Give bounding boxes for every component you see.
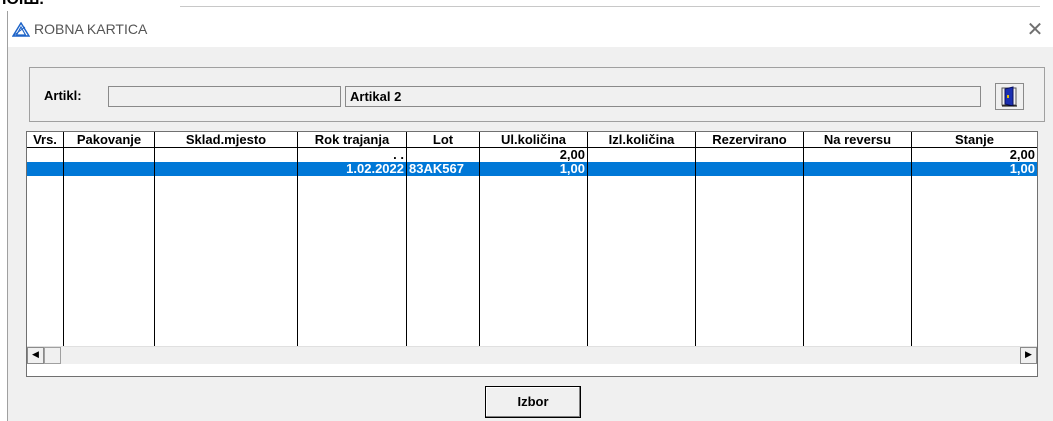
column-divider [695, 148, 696, 346]
article-groupbox: Artikl: Artikal 2 [29, 67, 1045, 122]
cell-stanje[interactable]: 1,00 [912, 162, 1037, 176]
column-header-pakovanje[interactable]: Pakovanje [64, 132, 155, 148]
title-bar[interactable]: ROBNA KARTICA ✕ [8, 11, 1053, 47]
column-header-sklad-mjesto[interactable]: Sklad.mjesto [155, 132, 298, 148]
triangle-logo-icon [12, 22, 30, 37]
column-divider [803, 148, 804, 346]
column-header-rok-trajanja[interactable]: Rok trajanja [298, 132, 407, 148]
exit-button[interactable] [995, 83, 1024, 110]
article-code-field[interactable] [108, 86, 341, 107]
article-name-field[interactable]: Artikal 2 [345, 86, 981, 107]
column-divider [154, 148, 155, 346]
column-header-lot[interactable]: Lot [407, 132, 480, 148]
column-header-izl-kolicina[interactable]: Izl.količina [588, 132, 696, 148]
arrow-right-icon[interactable]: ▶ [1020, 347, 1037, 364]
arrow-left-icon[interactable]: ◀ [27, 347, 44, 364]
cell-rok-trajanja[interactable]: 1.02.2022 [298, 162, 406, 176]
izbor-button[interactable]: Izbor [485, 386, 581, 418]
background-text: ІОІШ. [2, 0, 44, 9]
cell-lot[interactable]: 83AK567 [407, 162, 479, 176]
column-divider [406, 148, 407, 346]
cell-ul-kolicina[interactable]: 1,00 [480, 162, 587, 176]
column-divider [63, 148, 64, 346]
background-line [180, 6, 1040, 7]
exit-door-icon [1001, 86, 1017, 107]
window-title: ROBNA KARTICA [34, 21, 148, 37]
column-header-na-reversu[interactable]: Na reversu [804, 132, 912, 148]
cell-stanje[interactable]: 2,00 [912, 148, 1037, 162]
stock-card-grid[interactable]: Vrs. Pakovanje Sklad.mjesto Rok trajanja… [26, 131, 1038, 377]
column-header-vrs[interactable]: Vrs. [27, 132, 64, 148]
close-icon[interactable]: ✕ [1017, 11, 1053, 47]
column-divider [297, 148, 298, 346]
column-header-ul-kolicina[interactable]: Ul.količina [480, 132, 588, 148]
scrollbar-thumb[interactable] [44, 347, 61, 364]
column-divider [911, 148, 912, 346]
horizontal-scrollbar[interactable]: ◀ ▶ [27, 346, 1037, 364]
table-row-selected[interactable]: 1.02.2022 83AK567 1,00 1,00 [27, 162, 1037, 176]
cell-ul-kolicina[interactable]: 2,00 [480, 148, 587, 162]
column-header-stanje[interactable]: Stanje [912, 132, 1037, 148]
column-header-rezervirano[interactable]: Rezervirano [696, 132, 804, 148]
robna-kartica-window: ROBNA KARTICA ✕ Artikl: Artikal 2 Vrs. P… [7, 11, 1053, 421]
column-divider [587, 148, 588, 346]
cell-rok-trajanja[interactable]: . . [298, 148, 406, 162]
column-divider [479, 148, 480, 346]
article-label: Artikl: [44, 88, 82, 103]
